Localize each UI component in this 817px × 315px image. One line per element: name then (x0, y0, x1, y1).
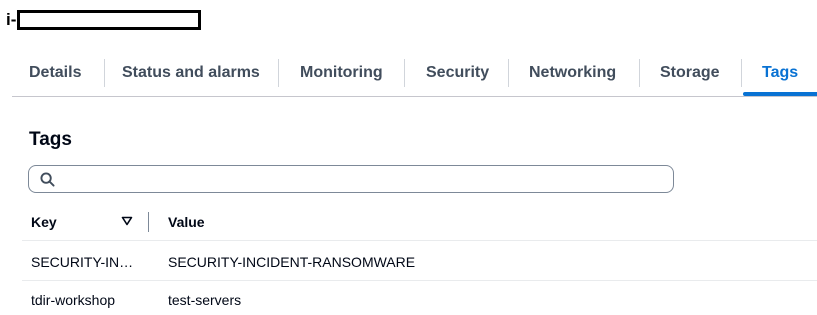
caret-down-icon[interactable] (121, 216, 133, 226)
detail-tabs: Details Status and alarms Monitoring Sec… (12, 50, 817, 97)
row-divider (22, 280, 817, 281)
column-resize-handle[interactable] (148, 212, 149, 232)
tab-tags[interactable]: Tags (762, 59, 798, 87)
tag-value-cell: test-servers (168, 292, 242, 308)
tab-separator (639, 59, 640, 87)
tab-networking[interactable]: Networking (529, 59, 616, 87)
tag-key-cell: SECURITY-IN… (31, 254, 134, 270)
column-header-key[interactable]: Key (31, 212, 57, 232)
row-divider (22, 240, 817, 241)
tab-security[interactable]: Security (426, 59, 489, 87)
active-tab-indicator (743, 92, 817, 96)
tag-search-input[interactable] (63, 169, 667, 191)
column-header-value[interactable]: Value (168, 212, 205, 232)
tab-separator (741, 59, 742, 87)
tab-storage[interactable]: Storage (660, 59, 720, 87)
tab-separator (404, 59, 405, 87)
tab-details[interactable]: Details (29, 59, 81, 87)
tab-separator (104, 59, 105, 87)
section-title: Tags (29, 129, 72, 150)
tag-search-box[interactable] (28, 165, 674, 193)
tag-value-cell: SECURITY-INCIDENT-RANSOMWARE (168, 254, 416, 270)
tab-monitoring[interactable]: Monitoring (300, 59, 383, 87)
search-icon (40, 172, 55, 187)
instance-id-prefix: i- (6, 10, 17, 29)
tab-separator (278, 59, 279, 87)
instance-title: i- (6, 9, 202, 31)
tab-separator (508, 59, 509, 87)
tag-key-cell: tdir-workshop (31, 292, 116, 308)
tab-status-and-alarms[interactable]: Status and alarms (122, 59, 260, 87)
redacted-instance-id (17, 10, 202, 30)
